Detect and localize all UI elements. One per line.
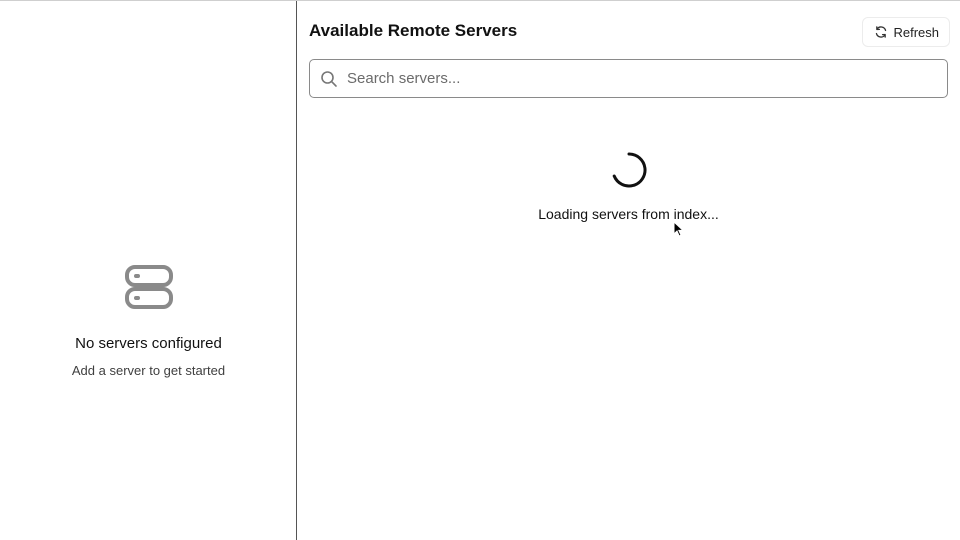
remote-servers-panel: Available Remote Servers Refresh Search … bbox=[297, 1, 960, 540]
empty-state-title: No servers configured bbox=[75, 335, 222, 352]
configured-servers-panel: No servers configured Add a server to ge… bbox=[0, 1, 297, 540]
search-field[interactable] bbox=[309, 59, 948, 98]
refresh-button-label: Refresh bbox=[893, 24, 939, 40]
loading-text: Loading servers from index... bbox=[538, 206, 719, 222]
refresh-icon bbox=[876, 26, 887, 38]
search-input[interactable] bbox=[347, 70, 907, 87]
search-icon bbox=[321, 70, 337, 87]
server-stack-icon bbox=[124, 265, 173, 309]
panel-header: Available Remote Servers Refresh bbox=[309, 15, 950, 49]
app-window: No servers configured Add a server to ge… bbox=[0, 0, 960, 540]
refresh-button[interactable]: Refresh bbox=[862, 17, 950, 47]
empty-state: No servers configured Add a server to ge… bbox=[0, 263, 297, 378]
page-title: Available Remote Servers bbox=[309, 21, 518, 40]
mouse-cursor-icon bbox=[673, 221, 684, 237]
loading-indicator: Loading servers from index... bbox=[297, 151, 960, 222]
empty-state-subtitle: Add a server to get started bbox=[71, 363, 226, 378]
spinner-icon bbox=[612, 152, 646, 188]
